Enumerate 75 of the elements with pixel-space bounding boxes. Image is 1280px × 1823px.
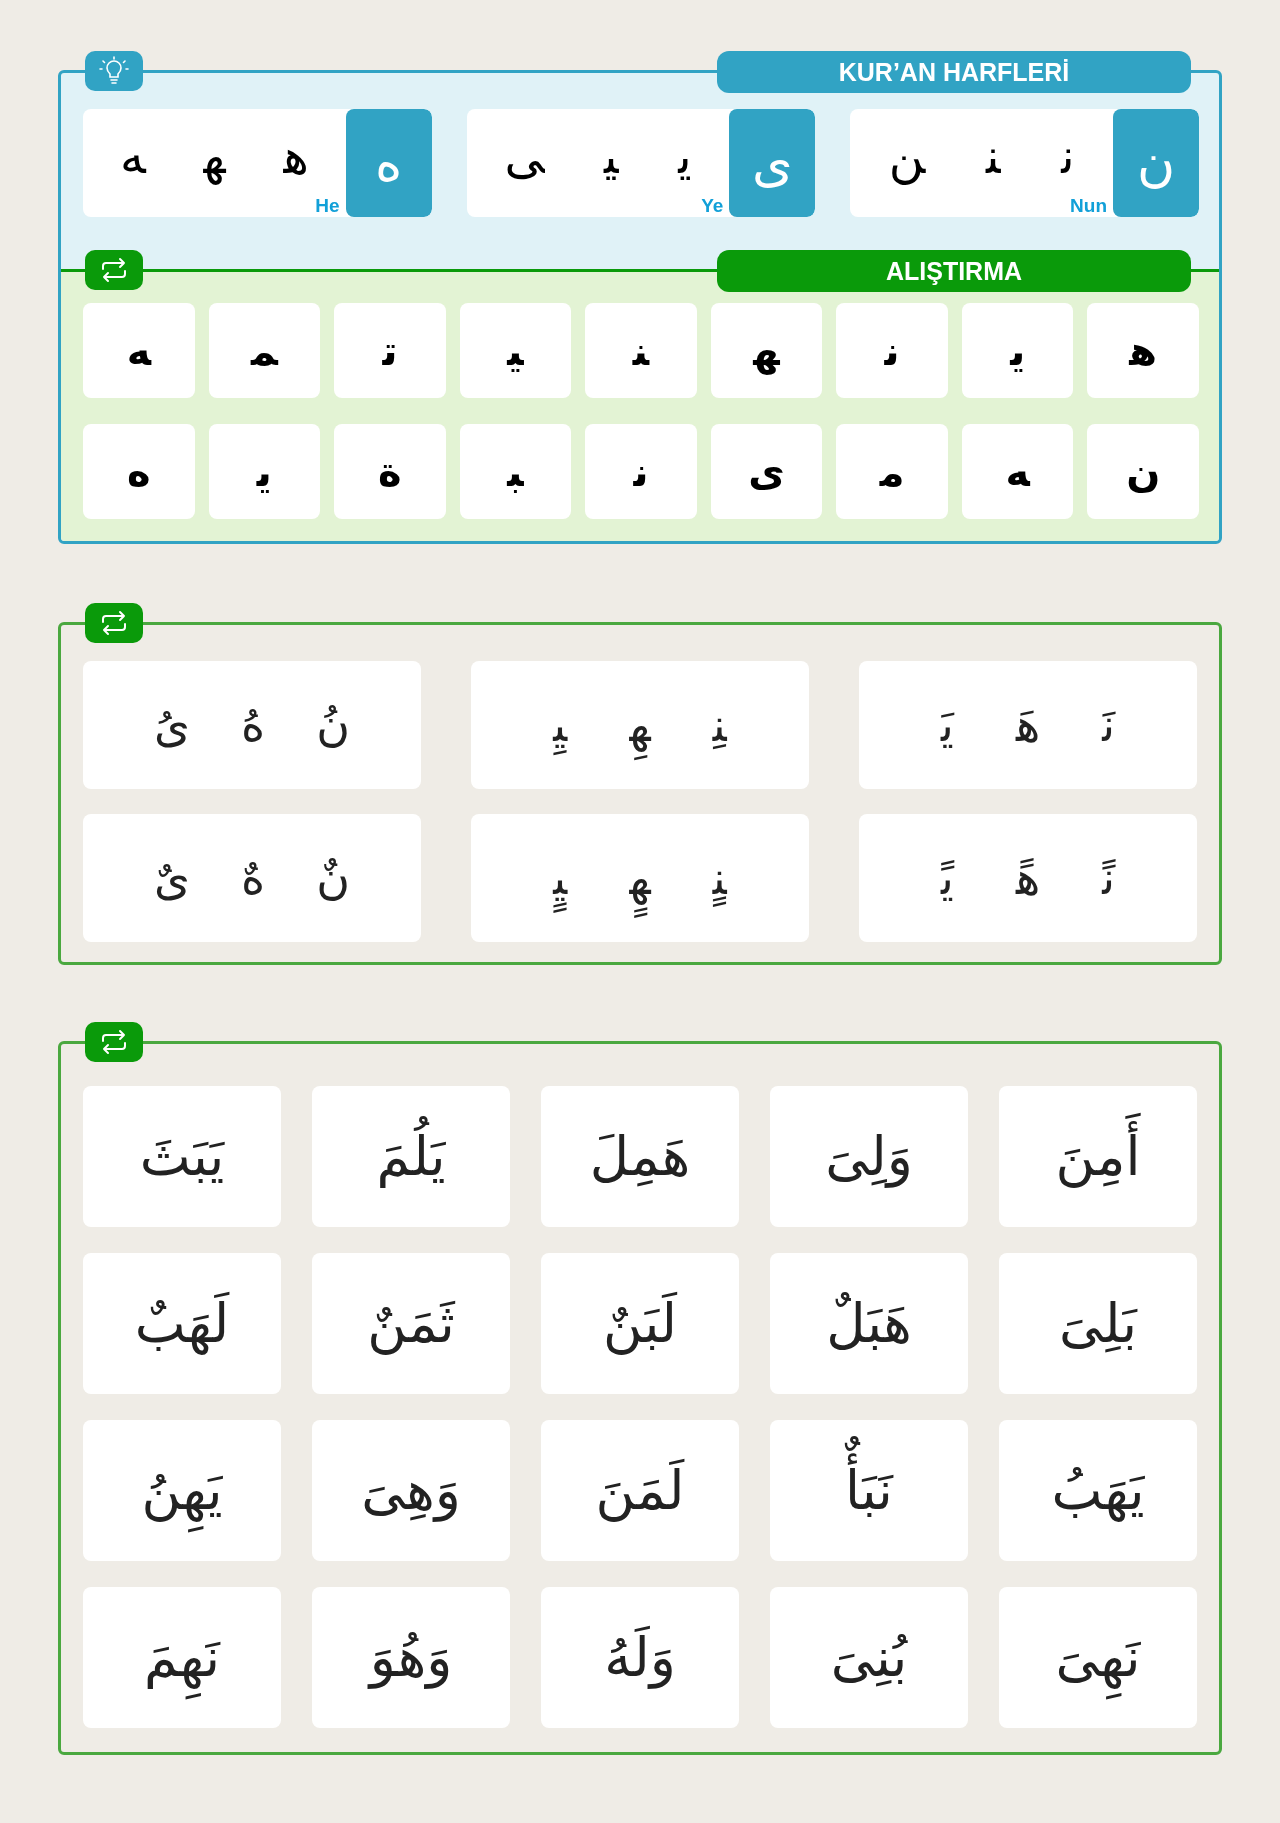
repeat-icon bbox=[85, 1022, 143, 1062]
syllable: یٌ bbox=[153, 849, 192, 907]
letter-tile: ت‍ bbox=[334, 303, 446, 398]
word-tile: وَلِىَ bbox=[770, 1086, 968, 1227]
syllable: نُ bbox=[315, 696, 351, 754]
syllable: هً‍ bbox=[1014, 849, 1042, 907]
word-tile: بَلِىَ bbox=[999, 1253, 1197, 1394]
section-title: KUR’AN HARFLERİ bbox=[717, 51, 1191, 93]
letter-tile: ه bbox=[83, 424, 195, 519]
letter-tile: ة bbox=[334, 424, 446, 519]
letter-form: ‍ی‍ bbox=[604, 128, 619, 184]
word-tile: بُنِىَ bbox=[770, 1587, 968, 1728]
word-tile: يَهِنُ bbox=[83, 1420, 281, 1561]
letter-tile: ن bbox=[1087, 424, 1199, 519]
syllable: نَ‍ bbox=[1100, 696, 1117, 754]
letter-tile: ن‍ bbox=[836, 303, 948, 398]
letter-tile: ی‍ bbox=[208, 424, 321, 519]
highlighted-letter: ن bbox=[1113, 109, 1199, 217]
syllable: ﻬٍ bbox=[619, 824, 661, 932]
letter-form: ‍ن‍ bbox=[986, 128, 1001, 184]
letter-tile: ‍ه‍ bbox=[710, 303, 823, 398]
letter-tile: ‍ن‍ bbox=[585, 303, 697, 398]
word-tile: لَبَنٌ bbox=[541, 1253, 739, 1394]
word-tile: وَلَهُ bbox=[541, 1587, 739, 1728]
syllable: یُ bbox=[153, 696, 192, 754]
letter-name: Nun bbox=[1070, 195, 1107, 217]
syllable: ‍یٍ‍ bbox=[543, 824, 578, 932]
word-tile: هَبَلٌ bbox=[770, 1253, 968, 1394]
word-tile: يَهَبُ bbox=[999, 1420, 1197, 1561]
syllable: ‍یِ‍ bbox=[543, 671, 578, 779]
syllable: نً‍ bbox=[1100, 849, 1117, 907]
syllable: ‍نٍ‍ bbox=[711, 849, 728, 909]
letter-tile: ‍ب‍ bbox=[459, 424, 572, 519]
letter-name: Ye bbox=[701, 195, 724, 217]
letter-tile: ی bbox=[710, 424, 823, 519]
syllable: هٌ bbox=[240, 849, 267, 907]
syllable: ﻬِ bbox=[619, 671, 661, 779]
word-tile: هَمِلَ bbox=[541, 1086, 739, 1227]
word-tile: نَبَأٌ bbox=[770, 1420, 968, 1561]
syllable: هَ‍ bbox=[1014, 696, 1042, 754]
letter-form: ن‍ bbox=[1061, 128, 1075, 184]
letter-form: ی‍ bbox=[678, 128, 692, 184]
word-tile: يَلُمَ bbox=[312, 1086, 510, 1227]
letter-name: He bbox=[315, 195, 340, 217]
letter-tile: م‍ bbox=[836, 424, 948, 519]
highlighted-letter: ی bbox=[729, 109, 816, 217]
letter-tile: ی‍ bbox=[961, 303, 1074, 398]
word-tile: نَهِمَ bbox=[83, 1587, 281, 1728]
highlighted-letter: ه bbox=[345, 109, 432, 217]
word-tile: وَهُوَ bbox=[312, 1587, 510, 1728]
word-tile: وَهِىَ bbox=[312, 1420, 510, 1561]
letter-tile: ه‍ bbox=[1087, 303, 1199, 398]
syllable: ‍نِ‍ bbox=[711, 696, 728, 754]
syllable: یً‍ bbox=[939, 849, 956, 907]
word-tile: نَهِىَ bbox=[999, 1587, 1197, 1728]
letter-tile: ن‍ bbox=[585, 424, 697, 519]
letter-form: ه‍ bbox=[283, 128, 309, 184]
repeat-icon bbox=[85, 603, 143, 643]
letter-tile: ‍ی‍ bbox=[459, 303, 572, 398]
letter-form: ‍ن bbox=[888, 128, 926, 184]
word-tile: لَهَبٌ bbox=[83, 1253, 281, 1394]
syllable: نٌ bbox=[315, 849, 351, 907]
syllable: یَ‍ bbox=[939, 696, 955, 754]
section-title: ALIŞTIRMA bbox=[717, 250, 1191, 292]
letter-tile: ‍ه bbox=[83, 303, 195, 398]
word-tile: يَبَثَ bbox=[83, 1086, 281, 1227]
word-tile: لَمَنَ bbox=[541, 1420, 739, 1561]
syllable: هُ bbox=[240, 696, 267, 754]
letter-form: ‍ی bbox=[504, 128, 545, 184]
letter-tile: ‍ه bbox=[961, 424, 1074, 519]
word-tile: أَمِنَ bbox=[999, 1086, 1197, 1227]
letter-form: ‍ه‍ bbox=[203, 128, 226, 184]
letter-form: ‍ه bbox=[119, 128, 146, 184]
letter-tile: ‍م‍ bbox=[208, 303, 321, 398]
word-tile: ثَمَنٌ bbox=[312, 1253, 510, 1394]
